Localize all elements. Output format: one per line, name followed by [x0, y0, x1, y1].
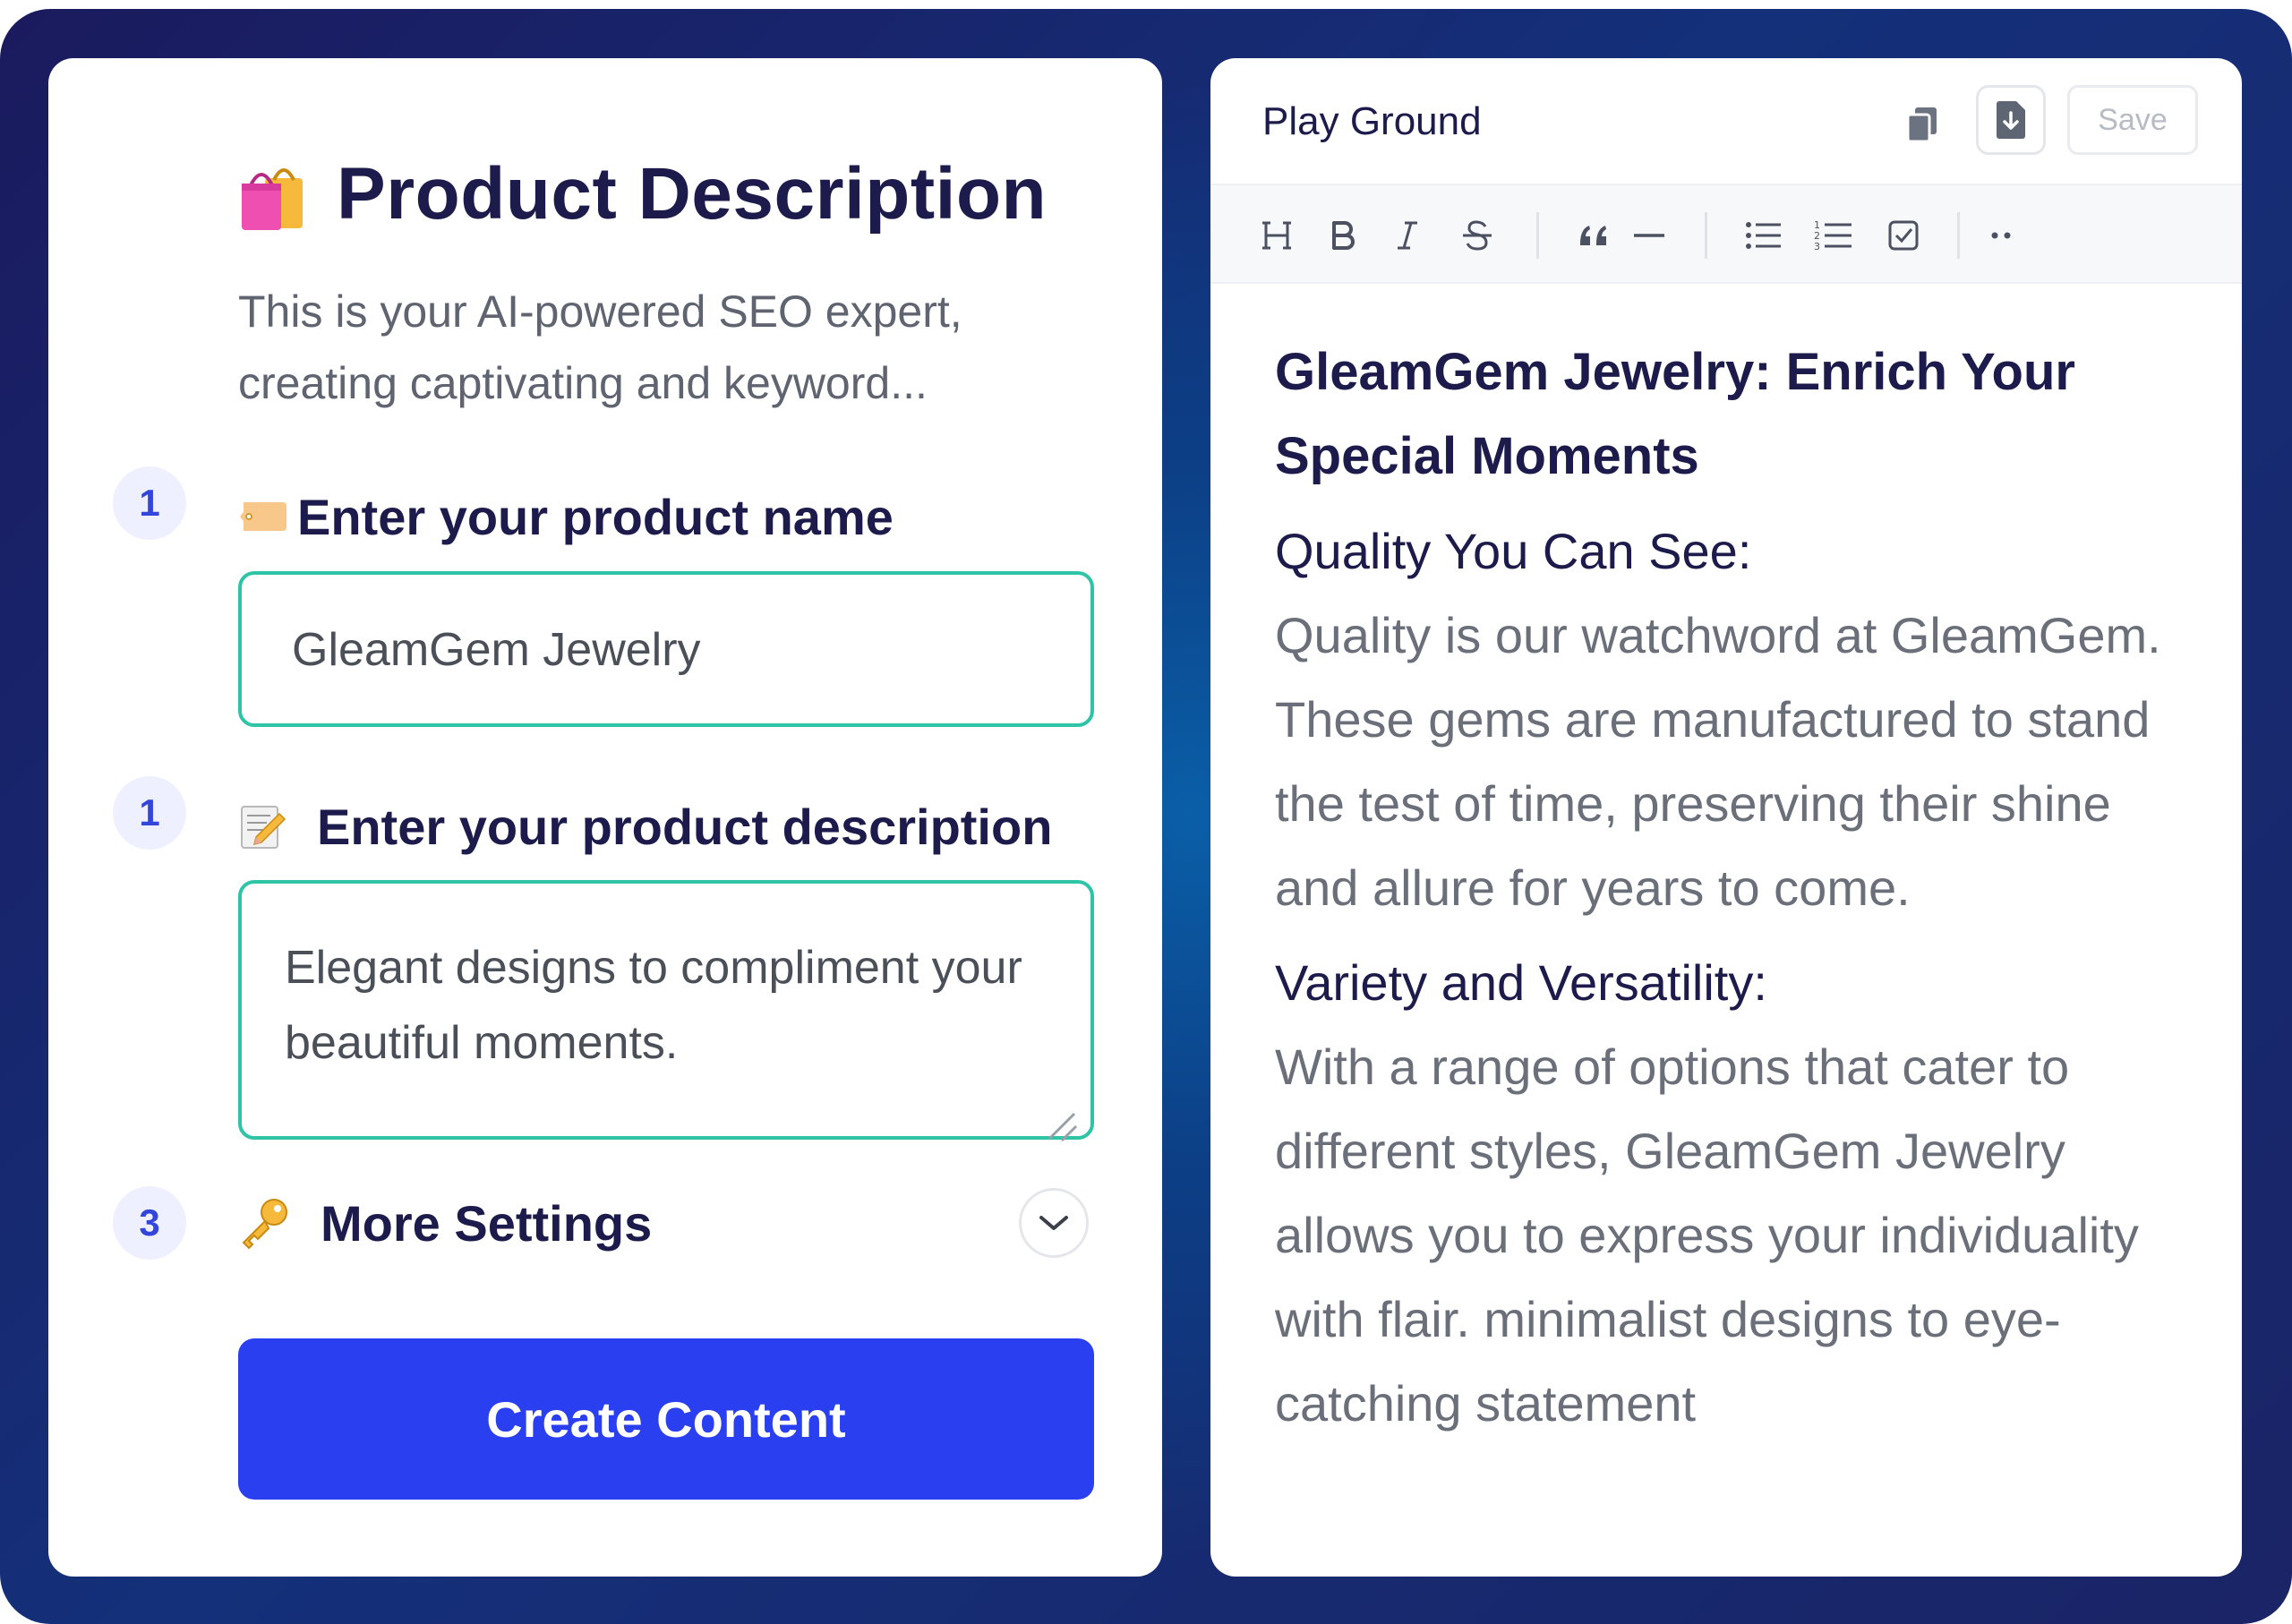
app-frame: Product Description This is your AI-powe…	[0, 9, 2292, 1624]
product-description-textarea[interactable]: Elegant designs to compliment your beaut…	[238, 880, 1094, 1142]
tag-icon	[238, 499, 288, 534]
toolbar-separator	[1957, 212, 1960, 259]
product-name-input[interactable]: GleamGem Jewelry	[238, 571, 1094, 727]
form-subtitle: This is your AI-powered SEO expert, crea…	[238, 286, 962, 408]
more-settings-row[interactable]: More Settings	[238, 1187, 652, 1259]
product-description-label-row: Enter your product description	[238, 791, 1052, 862]
horizontal-rule-icon[interactable]	[1624, 210, 1674, 261]
playground-title: Play Ground	[1262, 99, 1482, 143]
create-content-button[interactable]: Create Content	[238, 1338, 1094, 1500]
more-icon[interactable]	[1977, 210, 2027, 261]
toolbar-separator	[1536, 212, 1539, 259]
checklist-icon[interactable]	[1878, 210, 1929, 261]
product-description-label: Enter your product description	[317, 798, 1053, 855]
playground-panel: Play Ground Save 1 2 3 GleamGem Jewelry:…	[1210, 58, 2242, 1577]
heading-icon[interactable]	[1252, 210, 1302, 261]
product-name-label-row: Enter your product name	[238, 481, 894, 552]
section-body: With a range of options that cater to di…	[1275, 1039, 2139, 1432]
key-icon	[238, 1196, 292, 1250]
more-settings-toggle[interactable]	[1019, 1188, 1089, 1258]
form-title: Product Description	[337, 153, 1048, 235]
more-settings-label: More Settings	[321, 1194, 653, 1252]
shopping-bags-icon	[238, 157, 306, 232]
section-heading: Quality You Can See:	[1275, 523, 1752, 579]
copy-icon	[1904, 106, 1940, 145]
document-content[interactable]: GleamGem Jewelry: Enrich Your Special Mo…	[1275, 330, 2206, 1446]
section-heading: Variety and Versatility:	[1275, 954, 1767, 1011]
quote-icon[interactable]	[1569, 210, 1619, 261]
chevron-down-icon	[1036, 1212, 1072, 1234]
save-button[interactable]: Save	[2067, 85, 2198, 155]
step-badge-more-settings: 3	[113, 1186, 186, 1260]
bullet-list-icon[interactable]	[1739, 210, 1789, 261]
editor-toolbar: 123	[1210, 184, 2242, 284]
section-body: Quality is our watchword at GleamGem. Th…	[1275, 607, 2161, 916]
step-badge-product-description: 1	[113, 776, 186, 850]
playground-header: Play Ground Save	[1210, 58, 2242, 184]
memo-icon	[238, 801, 288, 851]
product-description-text: Elegant designs to compliment your beaut…	[285, 942, 1022, 1069]
toolbar-separator	[1705, 212, 1707, 259]
italic-icon[interactable]	[1382, 210, 1432, 261]
ordered-list-icon[interactable]: 123	[1809, 210, 1859, 261]
strikethrough-icon[interactable]	[1452, 210, 1502, 261]
product-form-panel: Product Description This is your AI-powe…	[48, 58, 1162, 1577]
svg-text:3: 3	[1814, 241, 1820, 252]
step-badge-product-name: 1	[113, 466, 186, 540]
document-heading: GleamGem Jewelry: Enrich Your Special Mo…	[1275, 343, 2075, 485]
copy-button[interactable]	[1891, 94, 1954, 157]
download-button[interactable]	[1976, 85, 2046, 155]
bold-icon[interactable]	[1318, 210, 1368, 261]
form-header: Product Description	[238, 152, 1047, 236]
product-name-label: Enter your product name	[297, 488, 894, 545]
resize-handle-icon[interactable]	[1044, 1091, 1080, 1142]
download-file-icon	[1995, 100, 2027, 140]
